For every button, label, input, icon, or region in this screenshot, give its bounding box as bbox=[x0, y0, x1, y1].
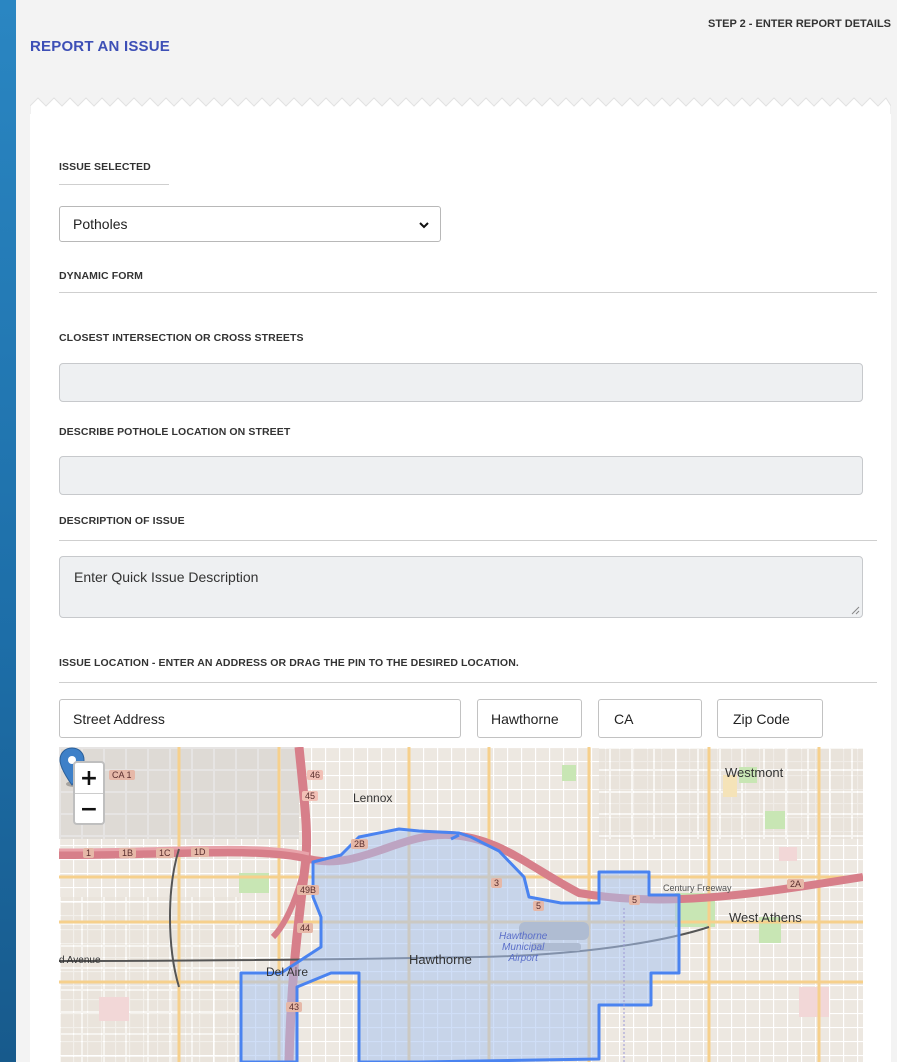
map-place-label: West Athens bbox=[729, 910, 802, 925]
street-address-input[interactable]: Street Address bbox=[59, 699, 461, 738]
issue-type-value: Potholes bbox=[73, 216, 128, 232]
zoom-out-button[interactable]: − bbox=[75, 794, 103, 823]
report-form-card: ISSUE SELECTED Potholes DYNAMIC FORM CLO… bbox=[30, 114, 891, 1062]
description-label: DESCRIPTION OF ISSUE bbox=[59, 515, 185, 527]
cross-streets-input[interactable] bbox=[59, 363, 863, 402]
step-indicator: STEP 2 - ENTER REPORT DETAILS bbox=[708, 18, 891, 30]
page-title: REPORT AN ISSUE bbox=[30, 38, 170, 55]
map-zoom-control: + − bbox=[73, 761, 105, 825]
city-input[interactable]: Hawthorne bbox=[477, 699, 582, 738]
map-airport-label: Hawthorne Municipal Airport bbox=[499, 931, 547, 964]
airport-name-line: Airport bbox=[508, 953, 538, 964]
state-value: CA bbox=[614, 711, 634, 727]
pothole-location-input[interactable] bbox=[59, 456, 863, 495]
map-route-shield: 2B bbox=[351, 839, 369, 849]
map-place-label: Westmont bbox=[725, 765, 784, 780]
map-place-label: d Avenue bbox=[59, 955, 101, 966]
description-textarea[interactable]: Enter Quick Issue Description bbox=[59, 556, 863, 618]
page-header: REPORT AN ISSUE STEP 2 - ENTER REPORT DE… bbox=[16, 0, 897, 98]
location-map[interactable]: CA 1 46 45 1 1B 1C 1D 2B 3 5 5 49B 44 43… bbox=[59, 747, 863, 1062]
card-zigzag-edge bbox=[30, 97, 891, 116]
cross-streets-label: CLOSEST INTERSECTION OR CROSS STREETS bbox=[59, 332, 304, 344]
description-placeholder: Enter Quick Issue Description bbox=[74, 569, 259, 585]
issue-location-label: ISSUE LOCATION - ENTER AN ADDRESS OR DRA… bbox=[59, 657, 519, 669]
resize-grip-icon[interactable] bbox=[850, 605, 860, 615]
city-value: Hawthorne bbox=[491, 711, 559, 727]
map-route-shield: 45 bbox=[302, 791, 319, 801]
map-tiles[interactable] bbox=[59, 747, 863, 1062]
dynamic-form-label: DYNAMIC FORM bbox=[59, 270, 144, 282]
issue-location-divider bbox=[59, 682, 877, 683]
zip-code-input[interactable]: Zip Code bbox=[717, 699, 823, 738]
map-route-shield: 1 bbox=[83, 848, 95, 858]
map-route-shield: 1B bbox=[119, 848, 137, 858]
map-route-shield: 46 bbox=[307, 770, 324, 780]
zip-code-placeholder: Zip Code bbox=[733, 711, 790, 727]
map-route-shield: 44 bbox=[297, 923, 314, 933]
map-route-shield: 1C bbox=[156, 848, 174, 858]
pothole-location-label: DESCRIBE POTHOLE LOCATION ON STREET bbox=[59, 426, 291, 438]
airport-name-line: Municipal bbox=[502, 942, 545, 953]
state-input[interactable]: CA bbox=[598, 699, 702, 738]
map-route-shield: 5 bbox=[533, 901, 545, 911]
issue-selected-label: ISSUE SELECTED bbox=[59, 161, 151, 173]
map-route-shield: 5 bbox=[629, 895, 641, 905]
dynamic-form-divider bbox=[59, 292, 877, 293]
map-road-label: Century Freeway bbox=[663, 883, 732, 893]
issue-type-select[interactable]: Potholes bbox=[59, 206, 441, 242]
map-place-label: Lennox bbox=[353, 791, 393, 805]
airport-name-line: Hawthorne bbox=[499, 931, 548, 942]
map-route-shield: 3 bbox=[491, 878, 503, 888]
map-place-label: Hawthorne bbox=[409, 952, 472, 967]
zoom-in-button[interactable]: + bbox=[75, 763, 103, 794]
map-route-shield: 1D bbox=[191, 847, 209, 857]
report-issue-page: REPORT AN ISSUE STEP 2 - ENTER REPORT DE… bbox=[16, 0, 897, 1062]
map-route-shield: 43 bbox=[286, 1002, 303, 1012]
street-address-placeholder: Street Address bbox=[73, 711, 165, 727]
map-place-label: Del Aire bbox=[266, 965, 309, 979]
map-route-shield: 2A bbox=[787, 879, 805, 889]
map-route-shield: 49B bbox=[297, 885, 320, 895]
chevron-down-icon bbox=[419, 222, 429, 229]
description-divider bbox=[59, 540, 877, 541]
map-route-shield: CA 1 bbox=[109, 770, 135, 780]
issue-selected-divider bbox=[59, 184, 169, 185]
